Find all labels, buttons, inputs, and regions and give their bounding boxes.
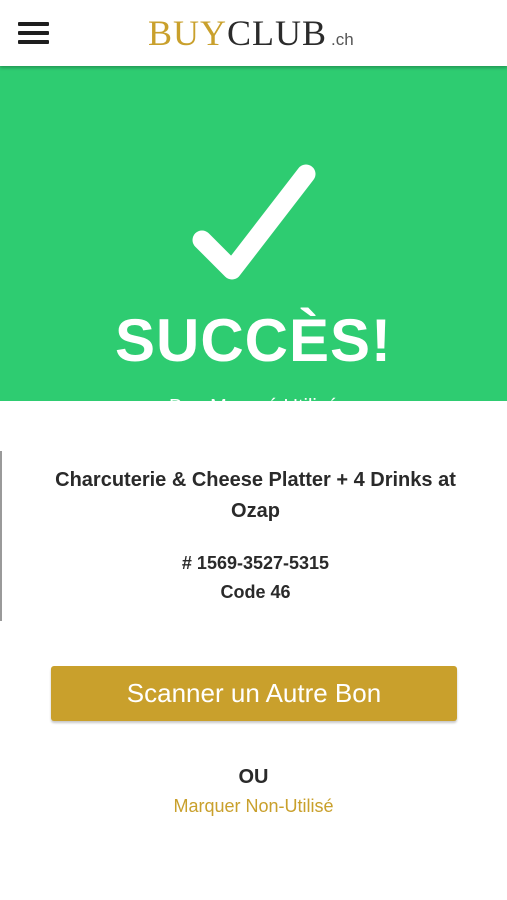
success-title: SUCCÈS! (114, 307, 393, 374)
checkmark-icon (192, 164, 316, 280)
app-header: BUYCLUB .ch (0, 0, 507, 66)
success-subtitle: Bon Marqué Utilisé (169, 396, 338, 418)
voucher-number: # 1569-3527-5315 (181, 553, 330, 573)
deal-title: Charcuterie & Cheese Platter + 4 Drinks … (55, 469, 456, 522)
logo-domain-suffix: .ch (331, 30, 354, 49)
voucher-code: Code 46 (220, 582, 291, 602)
buyclub-logo[interactable]: BUYCLUB .ch (148, 12, 354, 53)
logo-club-text: CLUB (227, 13, 328, 53)
scan-another-voucher-button[interactable]: Scanner un Autre Bon (51, 666, 457, 721)
or-separator-label: OU (238, 766, 269, 788)
success-banner: SUCCÈS! Bon Marqué Utilisé (0, 66, 507, 418)
logo-buy-text: BUY (148, 13, 228, 53)
voucher-info-card: Charcuterie & Cheese Platter + 4 Drinks … (0, 451, 507, 621)
hamburger-menu-icon[interactable] (18, 22, 49, 44)
mark-unused-link[interactable]: Marquer Non-Utilisé (0, 796, 507, 817)
